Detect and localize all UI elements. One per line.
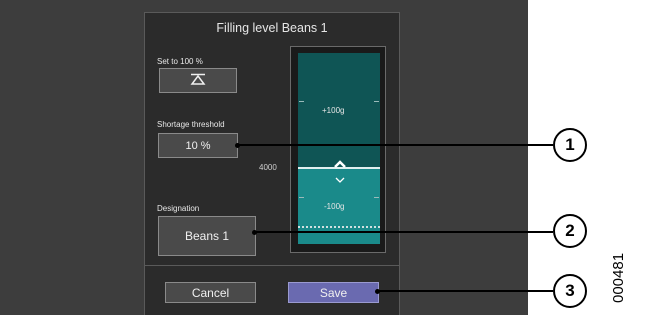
- set-to-100-label: Set to 100 %: [157, 57, 203, 66]
- callout-line: [377, 290, 553, 292]
- callout-3: 3: [553, 274, 587, 308]
- gauge-tick: [299, 197, 304, 198]
- gauge-dotted-line: [298, 226, 380, 228]
- fill-to-top-icon: [190, 72, 206, 90]
- designation-field[interactable]: Beans 1: [158, 216, 256, 256]
- set-to-100-button[interactable]: [159, 68, 237, 93]
- designation-label: Designation: [157, 204, 200, 213]
- callout-2: 2: [553, 214, 587, 248]
- callout-1: 1: [553, 128, 587, 162]
- callout-line: [254, 231, 553, 233]
- dialog-title: Filling level Beans 1: [216, 21, 328, 35]
- gauge-lower-label: -100g: [324, 202, 345, 211]
- callout-line: [237, 144, 553, 146]
- figure-id: 000481: [610, 252, 627, 303]
- cancel-button[interactable]: Cancel: [165, 282, 256, 303]
- shortage-threshold-label: Shortage threshold: [157, 120, 225, 129]
- footer-divider: [145, 265, 399, 266]
- save-button[interactable]: Save: [288, 282, 379, 303]
- shortage-threshold-field[interactable]: 10 %: [158, 133, 238, 158]
- gauge-tick: [299, 101, 304, 102]
- gauge-tick: [374, 101, 379, 102]
- gauge-current-value: 4000: [259, 163, 277, 172]
- chevron-down-icon[interactable]: [335, 170, 345, 188]
- gauge-tick: [374, 197, 379, 198]
- gauge-upper-label: +100g: [322, 106, 345, 115]
